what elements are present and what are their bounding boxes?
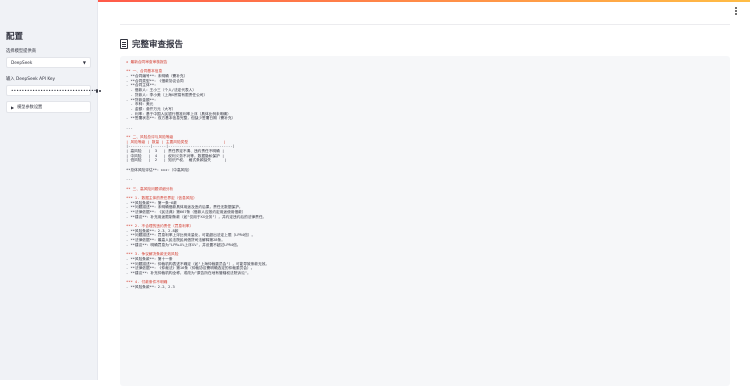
divider [120, 24, 730, 25]
chevron-down-icon: ▼ [82, 60, 86, 65]
report-heading: 完整审查报告 [120, 38, 183, 50]
main-area: 完整审查报告 ★ 最新合同审查审核报告 ** 一、合同基本信息 - **合同编号**… [98, 0, 750, 386]
sidebar-title: 配置 [6, 32, 24, 42]
chevron-right-icon: ▶ [11, 104, 15, 110]
api-key-value: •••••••••••••••••••••••••••••••• [11, 88, 97, 93]
report-line: - **风险条款**：2.2、2.3 [126, 285, 175, 289]
report-code-block: ★ 最新合同审查审核报告 ** 一、合同基本信息 - **合同编号**：未明确（需补… [120, 56, 730, 386]
page-title: 完整审查报告 [132, 40, 184, 50]
model-provider-select[interactable]: DeepSeek ▼ [6, 57, 91, 68]
api-key-label: 输入 DeepSeek API Key [6, 77, 56, 82]
model-provider-value: DeepSeek [11, 60, 33, 65]
api-key-input[interactable]: •••••••••••••••••••••••••••••••• [6, 85, 101, 96]
model-provider-label: 选择模型提供商 [6, 49, 37, 54]
document-icon [120, 39, 128, 49]
sidebar: 配置 选择模型提供商 DeepSeek ▼ 输入 DeepSeek API Ke… [0, 0, 101, 380]
model-params-expander[interactable]: ▶ 模型参数设置 [6, 101, 91, 113]
model-params-label: 模型参数设置 [17, 104, 43, 109]
